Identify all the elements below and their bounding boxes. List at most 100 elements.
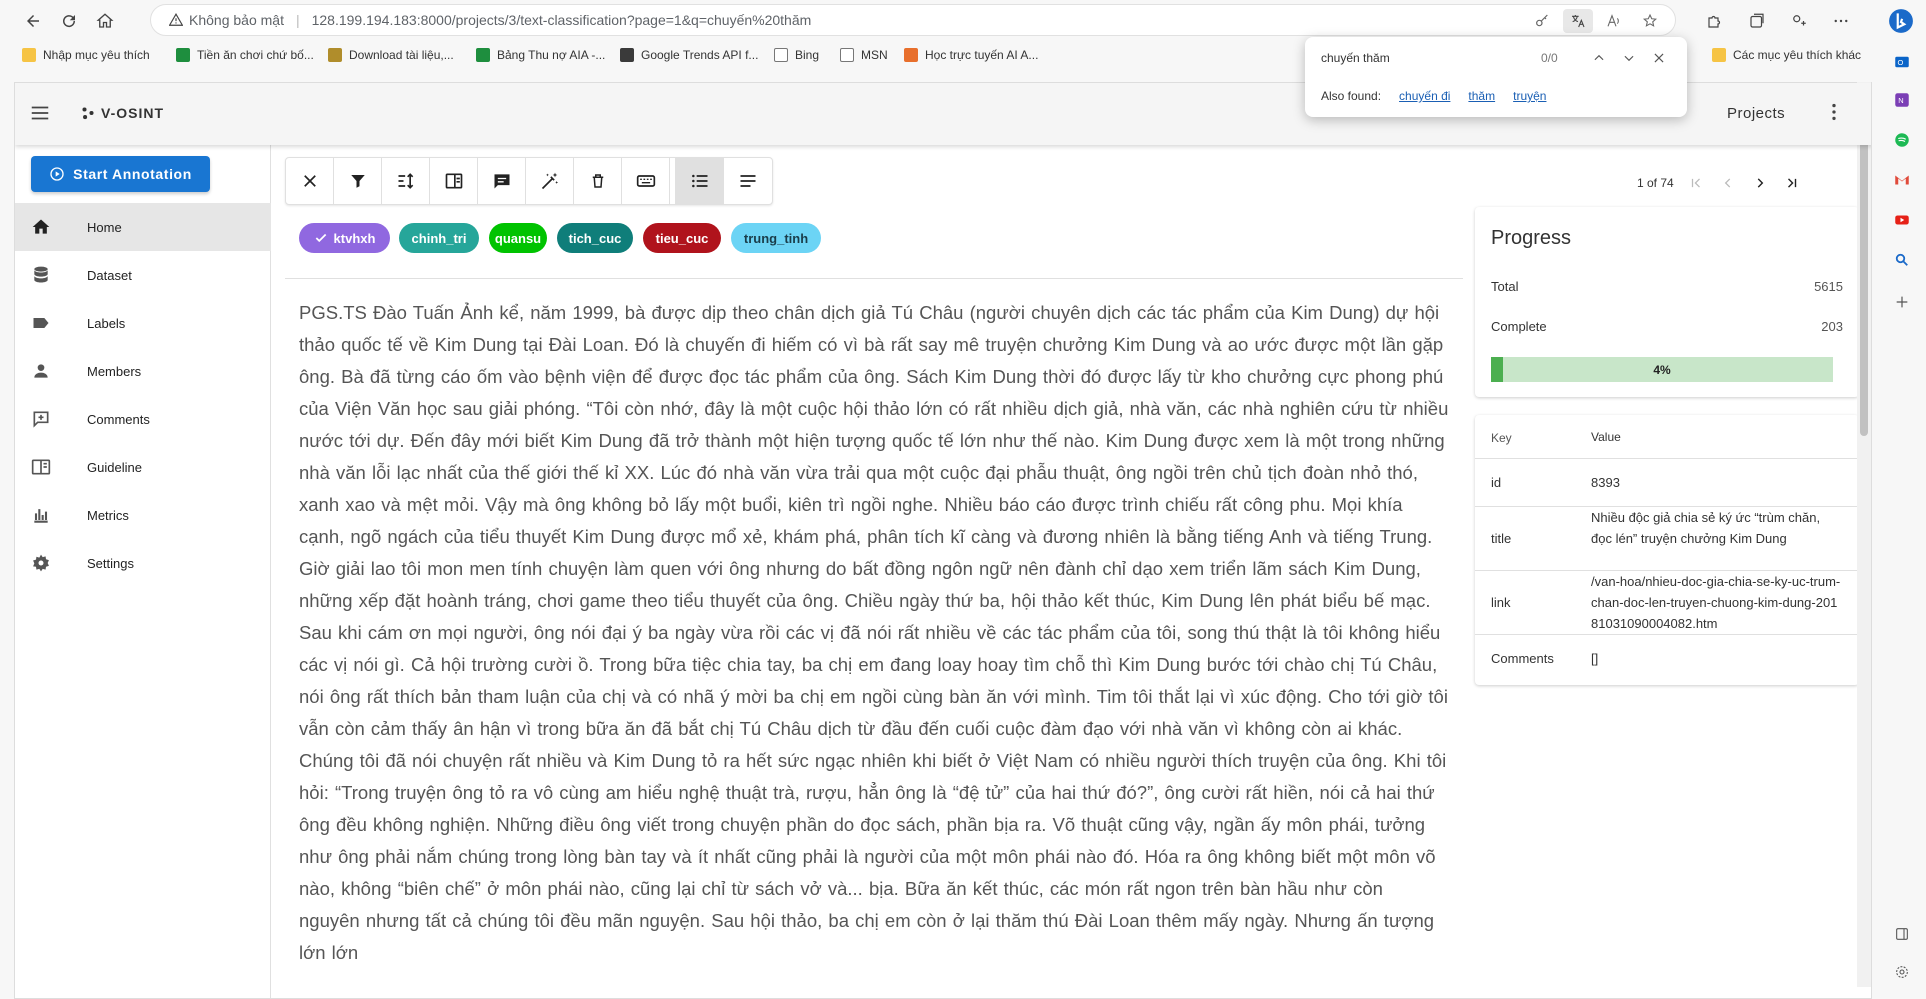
also-found-label: Also found: [1321, 89, 1382, 103]
label-chip-text: tich_cuc [568, 230, 622, 246]
settings-icon[interactable] [1890, 960, 1914, 984]
scrollbar-thumb[interactable] [1860, 96, 1868, 436]
bookmark-item[interactable]: Nhập mục yêu thích [22, 48, 150, 62]
app-brand[interactable]: V-OSINT [81, 105, 164, 121]
sidebar-layout-icon[interactable] [1890, 922, 1914, 946]
bookmark-item[interactable]: Download tài liệu,... [328, 48, 454, 62]
bookmark-label: Các mục yêu thích khác [1733, 48, 1862, 62]
keyboard-shortcuts-button[interactable] [622, 158, 670, 204]
progress-total-row: Total 5615 [1491, 279, 1843, 294]
label-chip-tieu-cuc[interactable]: tieu_cuc [643, 223, 721, 253]
comment-icon [494, 174, 509, 189]
site-icon [328, 48, 342, 62]
spotify-icon[interactable] [1890, 128, 1914, 152]
nav-item-guideline[interactable]: Guideline [15, 443, 271, 491]
auto-labeling-button[interactable] [526, 158, 574, 204]
more-vertical-icon [1832, 103, 1836, 121]
back-button[interactable] [16, 4, 50, 38]
find-on-page-panel: chuyến thăm 0/0 Also found: chuyến đi th… [1305, 37, 1687, 117]
suggestion-link[interactable]: chuyến đi [1399, 89, 1450, 103]
document-pager: 1 of 74 [1637, 171, 1808, 195]
password-key-button[interactable] [1527, 9, 1557, 33]
browser-menu-button[interactable] [1822, 4, 1860, 38]
label-chip-quansu[interactable]: quansu [489, 223, 547, 253]
sort-button[interactable] [382, 158, 430, 204]
bing-copilot-button[interactable] [1884, 4, 1918, 38]
find-close-button[interactable] [1648, 47, 1670, 69]
nav-item-comments[interactable]: Comments [15, 395, 271, 443]
bookmark-item[interactable]: Tiền ăn chơi chứ bố... [176, 48, 314, 62]
bookmark-item[interactable]: Bing [774, 48, 819, 62]
puzzle-icon [1708, 15, 1721, 28]
first-page-button[interactable] [1680, 171, 1712, 195]
close-button[interactable] [286, 158, 334, 204]
nav-label: Members [87, 363, 142, 379]
nav-item-home[interactable]: Home [15, 203, 271, 251]
youtube-icon[interactable] [1890, 208, 1914, 232]
bookmark-item[interactable]: Bảng Thu nợ AIA -... [476, 48, 605, 62]
suggestion-link[interactable]: truyện [1513, 89, 1546, 103]
page-scrollbar[interactable] [1857, 82, 1871, 987]
magic-wand-icon [541, 172, 558, 190]
previous-page-button[interactable] [1712, 171, 1744, 195]
bookmark-item[interactable]: Google Trends API f... [620, 48, 758, 62]
filter-button[interactable] [334, 158, 382, 204]
projects-link[interactable]: Projects [1727, 105, 1785, 122]
label-chip-text: tieu_cuc [655, 230, 709, 246]
search-icon[interactable] [1890, 248, 1914, 272]
start-annotation-button[interactable]: Start Annotation [31, 156, 210, 192]
label-chip-tich-cuc[interactable]: tich_cuc [557, 223, 633, 253]
url-text[interactable]: 128.199.194.183:8000/projects/3/text-cla… [312, 12, 812, 28]
nav-item-members[interactable]: Members [15, 347, 271, 395]
bookmark-item[interactable]: Học trực tuyến AI A... [904, 48, 1038, 62]
metadata-header-row: Key Value [1475, 415, 1859, 459]
toggle-metadata-button[interactable] [430, 158, 478, 204]
security-indicator[interactable]: Không bảo mật [169, 12, 284, 28]
onenote-icon[interactable]: N [1890, 88, 1914, 112]
address-bar[interactable]: Không bảo mật | 128.199.194.183:8000/pro… [150, 4, 1676, 36]
nav-label: Labels [87, 315, 126, 331]
favorite-add-button[interactable] [1635, 9, 1665, 33]
app-menu-button[interactable] [1823, 101, 1845, 123]
find-next-button[interactable] [1618, 47, 1640, 69]
clear-annotations-button[interactable] [574, 158, 622, 204]
find-input[interactable]: chuyến thăm [1321, 51, 1390, 65]
translate-button[interactable] [1563, 9, 1593, 33]
list-view-button[interactable] [676, 158, 724, 204]
bookmark-label: Download tài liệu,... [349, 48, 454, 62]
reload-button[interactable] [52, 4, 86, 38]
suggestion-link[interactable]: thăm [1468, 89, 1495, 103]
last-page-button[interactable] [1776, 171, 1808, 195]
more-horizontal-icon [1834, 19, 1848, 23]
label-chip-trung-tinh[interactable]: trung_tinh [731, 223, 821, 253]
find-previous-button[interactable] [1588, 47, 1610, 69]
gmail-icon[interactable] [1890, 168, 1914, 192]
collections-button[interactable] [1738, 4, 1776, 38]
bookmark-item[interactable]: MSN [840, 48, 888, 62]
home-button[interactable] [88, 4, 122, 38]
comment-button[interactable] [478, 158, 526, 204]
bookmark-label: Nhập mục yêu thích [43, 48, 150, 62]
label-icon [31, 313, 51, 333]
next-page-button[interactable] [1744, 171, 1776, 195]
nav-item-dataset[interactable]: Dataset [15, 251, 271, 299]
outlook-icon[interactable]: O [1890, 50, 1914, 74]
nav-item-metrics[interactable]: Metrics [15, 491, 271, 539]
nav-item-settings[interactable]: Settings [15, 539, 271, 587]
metadata-row: Comments [] [1475, 635, 1859, 683]
bookmark-item[interactable]: Các mục yêu thích khác [1712, 48, 1861, 62]
bookmark-label: Bảng Thu nợ AIA -... [497, 48, 606, 62]
label-chip-chinh-tri[interactable]: chinh_tri [399, 223, 479, 253]
read-aloud-button[interactable] [1599, 9, 1629, 33]
nav-item-labels[interactable]: Labels [15, 299, 271, 347]
read-aloud-icon [1607, 14, 1619, 27]
extensions-button[interactable] [1696, 4, 1734, 38]
bookmark-label: MSN [861, 48, 888, 62]
security-label: Không bảo mật [189, 12, 284, 28]
menu-button[interactable] [29, 102, 51, 124]
person-icon [31, 361, 51, 381]
text-view-button[interactable] [724, 158, 772, 204]
profile-sync-button[interactable] [1780, 4, 1818, 38]
label-chip-ktvhxh[interactable]: ktvhxh [299, 223, 390, 253]
add-icon[interactable] [1890, 290, 1914, 314]
